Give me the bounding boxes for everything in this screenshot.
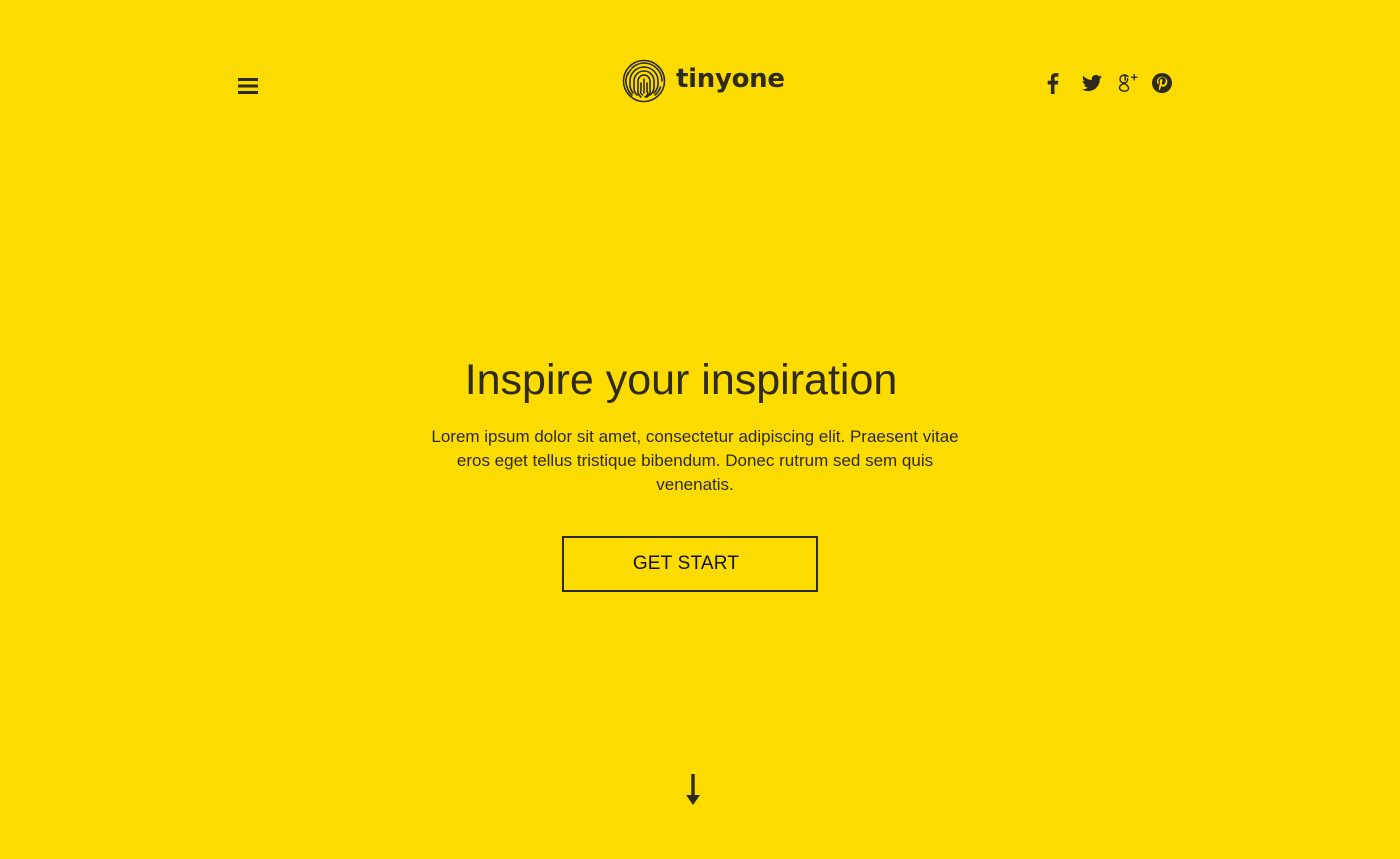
get-start-button[interactable]: GET START [562, 536, 818, 592]
hero-description: Lorem ipsum dolor sit amet, consectetur … [431, 427, 959, 494]
hero-title: Inspire your inspiration [464, 356, 898, 404]
arrow-down-icon[interactable] [681, 772, 705, 806]
hamburger-menu-icon[interactable] [237, 76, 259, 96]
google-plus-icon[interactable] [1116, 71, 1140, 95]
brand-name: tinyone [676, 64, 785, 94]
twitter-icon[interactable] [1080, 71, 1104, 95]
fingerprint-icon [622, 59, 666, 103]
pinterest-icon[interactable] [1150, 71, 1174, 95]
brand-logo[interactable]: tinyone [622, 59, 785, 103]
facebook-icon[interactable] [1043, 71, 1063, 95]
